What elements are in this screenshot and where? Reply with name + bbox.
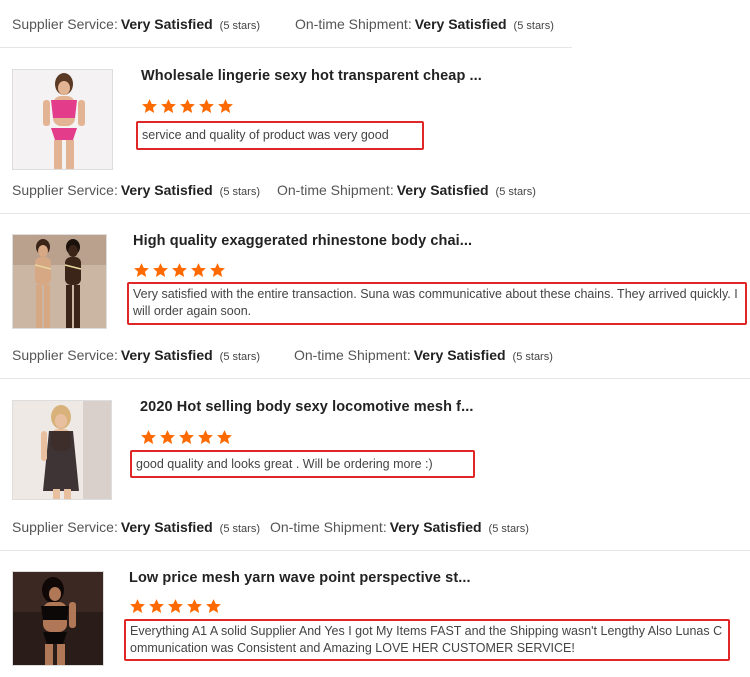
star-icon <box>172 263 187 277</box>
shipment-stars: (5 stars) <box>512 351 553 363</box>
star-icon <box>199 99 214 113</box>
shipment-label: On-time Shipment: <box>277 182 394 198</box>
top-rating-summary: Supplier Service: Very Satisfied (5 stars)… <box>12 16 554 32</box>
rating-summary: Supplier Service: Very Satisfied (5 stars)… <box>12 519 529 535</box>
rating-summary: Supplier Service: Very Satisfied (5 stars)… <box>12 182 536 198</box>
shipment-stars: (5 stars) <box>488 523 529 535</box>
review-comment: service and quality of product was very … <box>136 121 424 150</box>
star-icon <box>210 263 225 277</box>
shipment-value: Very Satisfied <box>389 519 482 535</box>
star-rating <box>129 598 224 615</box>
star-icon <box>142 99 157 113</box>
divider <box>0 47 572 48</box>
star-icon <box>149 599 164 613</box>
star-icon <box>141 430 156 444</box>
divider <box>0 213 750 214</box>
supplier-service-value: Very Satisfied <box>120 519 213 535</box>
star-icon <box>134 263 149 277</box>
star-icon <box>198 430 213 444</box>
star-icon <box>206 599 221 613</box>
supplier-service-value: Very Satisfied <box>120 16 213 32</box>
product-title[interactable]: Low price mesh yarn wave point perspecti… <box>129 570 471 586</box>
review-comment: Everything A1 A solid Supplier And Yes I… <box>124 619 730 661</box>
product-title[interactable]: High quality exaggerated rhinestone body… <box>133 233 472 249</box>
supplier-service-label: Supplier Service: <box>12 182 118 198</box>
shipment-stars: (5 stars) <box>513 20 554 32</box>
review-comment: good quality and looks great . Will be o… <box>130 450 475 478</box>
supplier-service-value: Very Satisfied <box>120 182 213 198</box>
divider <box>0 378 750 379</box>
star-icon <box>153 263 168 277</box>
star-rating <box>141 98 236 115</box>
star-icon <box>168 599 183 613</box>
supplier-service-stars: (5 stars) <box>219 20 260 32</box>
product-title[interactable]: Wholesale lingerie sexy hot transparent … <box>141 68 482 84</box>
supplier-service-value: Very Satisfied <box>120 347 213 363</box>
product-thumbnail[interactable] <box>12 69 113 170</box>
supplier-service-label: Supplier Service: <box>12 16 118 32</box>
shipment-value: Very Satisfied <box>396 182 489 198</box>
shipment-label: On-time Shipment: <box>295 16 412 32</box>
star-icon <box>218 99 233 113</box>
star-icon <box>191 263 206 277</box>
star-rating <box>133 262 228 279</box>
star-rating <box>140 429 235 446</box>
shipment-value: Very Satisfied <box>413 347 506 363</box>
star-icon <box>130 599 145 613</box>
product-thumbnail[interactable] <box>12 400 112 500</box>
product-thumbnail[interactable] <box>12 571 104 666</box>
supplier-service-stars: (5 stars) <box>219 186 260 198</box>
product-title[interactable]: 2020 Hot selling body sexy locomotive me… <box>140 399 473 415</box>
supplier-service-label: Supplier Service: <box>12 347 118 363</box>
shipment-value: Very Satisfied <box>414 16 507 32</box>
supplier-service-stars: (5 stars) <box>219 523 260 535</box>
rating-summary: Supplier Service: Very Satisfied (5 stars)… <box>12 347 553 363</box>
review-comment: Very satisfied with the entire transacti… <box>127 282 747 325</box>
star-icon <box>161 99 176 113</box>
product-thumbnail[interactable] <box>12 234 107 329</box>
shipment-stars: (5 stars) <box>495 186 536 198</box>
star-icon <box>187 599 202 613</box>
shipment-label: On-time Shipment: <box>270 519 387 535</box>
star-icon <box>217 430 232 444</box>
supplier-service-stars: (5 stars) <box>219 351 260 363</box>
supplier-service-label: Supplier Service: <box>12 519 118 535</box>
shipment-label: On-time Shipment: <box>294 347 411 363</box>
star-icon <box>180 99 195 113</box>
star-icon <box>160 430 175 444</box>
star-icon <box>179 430 194 444</box>
review-list: Supplier Service: Very Satisfied (5 stars)… <box>0 0 750 677</box>
divider <box>0 550 750 551</box>
